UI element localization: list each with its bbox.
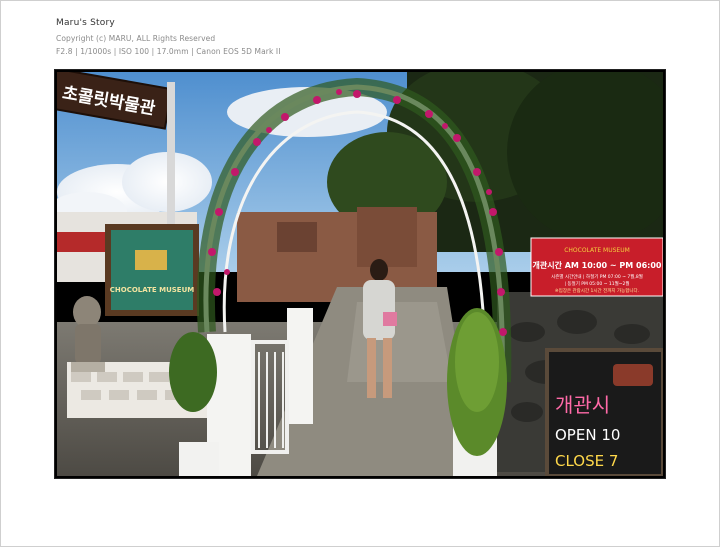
hours-sign-line1: 시즌별 시간안내 | 하절기 PM 07:00 ~ 7월,8월 bbox=[551, 273, 643, 280]
hours-sign-hours: 개관시간 AM 10:00 ~ PM 06:00 bbox=[533, 260, 662, 270]
stone-statue bbox=[71, 296, 105, 372]
copyright-line: Copyright (c) MARU, ALL Rights Reserved bbox=[56, 34, 216, 43]
chalkboard-line1: 개관시 bbox=[555, 393, 610, 417]
museum-wall-sign-text: CHOCOLATE MUSEUM bbox=[110, 286, 195, 294]
chalkboard-sign: 개관시 OPEN 10 CLOSE 7 bbox=[545, 348, 663, 476]
hours-sign-note: ※입장은 관람시간 1시간 전까지 가능합니다. bbox=[555, 287, 639, 294]
cypress-shrub-right bbox=[447, 308, 507, 456]
blog-title: Maru's Story bbox=[56, 18, 115, 28]
hours-sign-brand: CHOCOLATE MUSEUM bbox=[564, 247, 630, 254]
photograph: 초콜릿박물관 CHOCOLATE MUSEUM CHOCOLATE MUSEUM… bbox=[57, 72, 663, 476]
caption-header: Maru's Story Copyright (c) MARU, ALL Rig… bbox=[56, 18, 281, 60]
chalkboard-line2: OPEN 10 bbox=[555, 426, 620, 444]
museum-wall-sign: CHOCOLATE MUSEUM bbox=[105, 224, 199, 316]
hours-sign-line2: | 동절기 PM 05:00 ~ 11월~2월 bbox=[564, 280, 629, 287]
photo-frame: 초콜릿박물관 CHOCOLATE MUSEUM CHOCOLATE MUSEUM… bbox=[54, 69, 666, 479]
chalkboard-line3: CLOSE 7 bbox=[555, 452, 618, 470]
sign-post bbox=[167, 82, 175, 242]
opening-hours-sign: CHOCOLATE MUSEUM 개관시간 AM 10:00 ~ PM 06:0… bbox=[530, 237, 663, 297]
exif-line: F2.8 | 1/1000s | ISO 100 | 17.0mm | Cano… bbox=[56, 47, 281, 56]
